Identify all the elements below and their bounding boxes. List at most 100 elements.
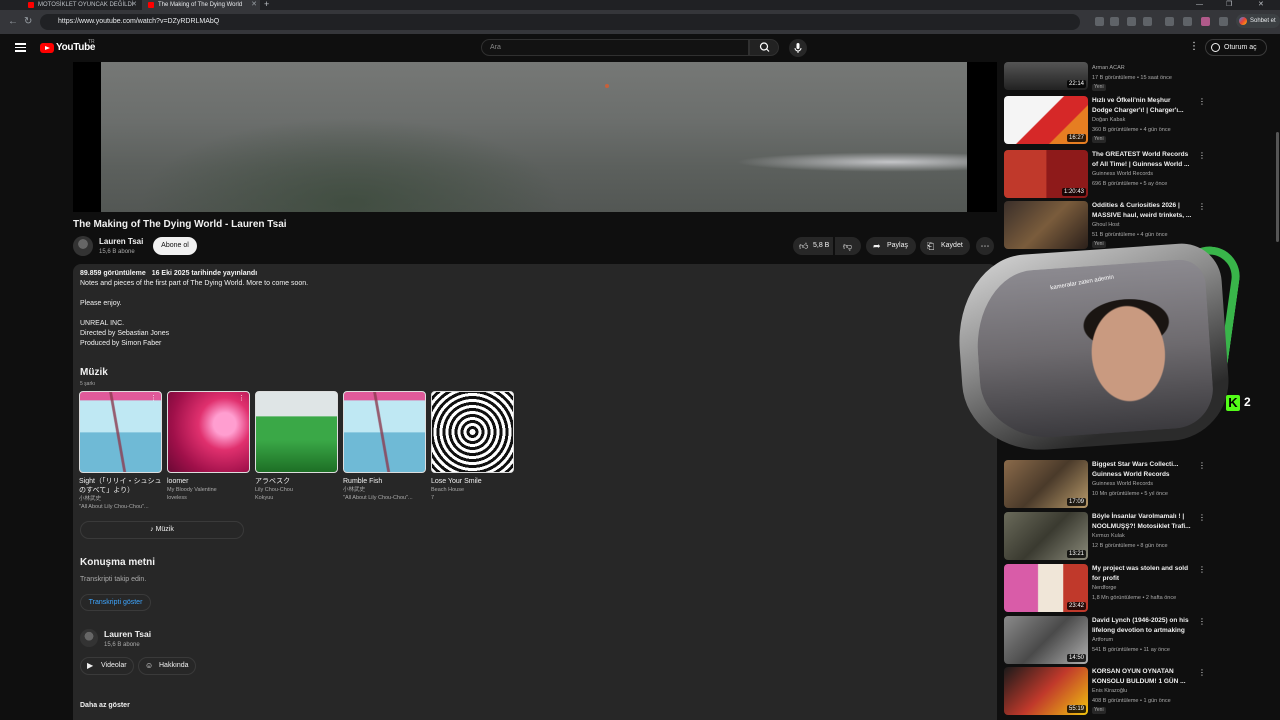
song-card[interactable]: アラベスク Lily Chou-Chou Kokyuu	[255, 391, 338, 502]
browser-tab-dying-world[interactable]: The Making of The Dying World ✕	[142, 0, 260, 10]
reload-icon[interactable]: ↻	[24, 16, 32, 27]
scrollbar-thumb[interactable]	[1276, 132, 1279, 242]
song-title: Sight（「リリイ・シュシュのすべて」より）	[79, 478, 162, 494]
video-duration: 1:20:43	[1061, 188, 1086, 196]
bookmark-star-icon[interactable]	[1143, 17, 1152, 26]
search-input[interactable]: Ara	[481, 39, 749, 56]
recommended-video[interactable]: 17:09 Biggest Star Wars Collecti... Guin…	[1004, 460, 1209, 508]
video-menu-icon[interactable]: ⋮	[1198, 565, 1206, 574]
video-menu-icon[interactable]: ⋮	[1198, 668, 1206, 677]
song-card[interactable]: ⋮ Sight（「リリイ・シュシュのすべて」より） 小林武史 "All Abou…	[79, 391, 162, 511]
url-field[interactable]: https://www.youtube.com/watch?v=DZyRDRLM…	[40, 14, 1080, 30]
recommended-video[interactable]: 1:20:43 The GREATEST World Records of Al…	[1004, 150, 1209, 198]
song-card[interactable]: ⋮ loomer My Bloody Valentine loveless	[167, 391, 250, 502]
channel-name[interactable]: Lauren Tsai	[104, 629, 151, 639]
extension-icon[interactable]	[1110, 17, 1119, 26]
page-scrollbar[interactable]	[1275, 62, 1280, 720]
subscriber-count: 15,6 B abone	[104, 642, 140, 648]
recommended-video[interactable]: 22:14 Arman ACAR 17 B görüntüleme • 15 s…	[1004, 62, 1209, 92]
browser-tab-motorcycle[interactable]: MOTOSİKLET OYUNCAK DEĞİLDİ ✕	[22, 0, 140, 10]
chat-button[interactable]: Sohbet et	[1236, 14, 1280, 28]
dislike-button[interactable]: 👎︎	[835, 237, 861, 255]
hamburger-menu-icon[interactable]	[15, 43, 26, 52]
maximize-icon[interactable]: ❐	[1226, 0, 1232, 10]
like-button[interactable]: 👍︎ 5,8 B	[793, 237, 833, 255]
minimize-icon[interactable]: —	[1196, 0, 1203, 10]
view-stats: 89.859 görüntüleme 16 Eki 2025 tarihinde…	[80, 270, 261, 277]
share-button[interactable]: ➦ Paylaş	[866, 237, 916, 255]
close-tab-icon[interactable]: ✕	[251, 0, 257, 10]
video-menu-icon[interactable]: ⋮	[1198, 617, 1206, 626]
song-title: Lose Your Smile	[431, 478, 482, 485]
search-button[interactable]	[749, 39, 779, 56]
video-title: KORSAN OYUN OYNATAN KONSOLU BULDUM! 1 GÜ…	[1092, 668, 1186, 685]
video-duration: 23:42	[1066, 602, 1086, 610]
video-thumbnail: 14:50	[1004, 616, 1088, 664]
new-badge: Yeni	[1092, 707, 1106, 714]
close-window-icon[interactable]: ✕	[1258, 0, 1264, 10]
video-menu-icon[interactable]: ⋮	[1198, 513, 1206, 522]
back-icon[interactable]: ←	[8, 16, 18, 27]
subscriber-count: 15,6 B abone	[99, 249, 135, 255]
song-menu-icon[interactable]: ⋮	[238, 394, 245, 402]
recommended-video[interactable]: 14:50 David Lynch (1946-2025) on his lif…	[1004, 616, 1209, 664]
album-art	[343, 391, 426, 473]
song-menu-icon[interactable]: ⋮	[150, 394, 157, 402]
video-title: Böyle İnsanlar Varolmamalı ! | NOOLMUŞŞ?…	[1092, 513, 1191, 530]
browser-menu-icon[interactable]	[1219, 17, 1228, 26]
video-duration: 17:09	[1066, 498, 1086, 506]
browser-address-bar: ← ↻ https://www.youtube.com/watch?v=DZyR…	[0, 10, 1280, 34]
extension-icon[interactable]	[1165, 17, 1174, 26]
song-title: Rumble Fish	[343, 478, 383, 485]
video-menu-icon[interactable]: ⋮	[1198, 461, 1206, 470]
subscribe-button[interactable]: Abone ol	[153, 237, 197, 255]
description-line: Please enjoy.	[80, 300, 122, 307]
video-title: Biggest Star Wars Collecti... Guinness W…	[1092, 461, 1179, 478]
song-artist: Beach House	[431, 487, 465, 493]
voice-search-button[interactable]	[789, 39, 807, 57]
song-card[interactable]: Lose Your Smile Beach House 7	[431, 391, 514, 502]
show-transcript-button[interactable]: Transkripti göster	[80, 594, 151, 611]
video-menu-icon[interactable]: ⋮	[1198, 97, 1206, 106]
channel-avatar[interactable]	[80, 629, 98, 647]
recommended-video[interactable]: 55:19 KORSAN OYUN OYNATAN KONSOLU BULDUM…	[1004, 667, 1209, 715]
video-menu-icon[interactable]: ⋮	[1198, 151, 1206, 160]
video-player[interactable]	[73, 62, 997, 212]
recommended-video[interactable]: 16:27 Hızlı ve Öfkeli'nin Meşhur Dodge C…	[1004, 96, 1209, 144]
sign-in-label: Oturum aç	[1224, 44, 1257, 51]
recommended-video[interactable]: 23:42 My project was stolen and sold for…	[1004, 564, 1209, 612]
channel-videos-button[interactable]: ▶ Videolar	[80, 657, 134, 675]
show-less-link[interactable]: Daha az göster	[80, 702, 130, 709]
video-menu-icon[interactable]: ⋮	[1198, 202, 1206, 211]
description-line: Directed by Sebastian Jones	[80, 330, 170, 337]
music-button[interactable]: ♪ Müzik	[80, 521, 244, 539]
album-art: ⋮	[167, 391, 250, 473]
new-badge: Yeni	[1092, 84, 1106, 91]
video-channel: Artforum	[1092, 637, 1114, 643]
profile-icon[interactable]	[1201, 17, 1210, 26]
translate-icon[interactable]	[1127, 17, 1136, 26]
sign-in-button[interactable]: Oturum aç	[1205, 39, 1267, 56]
channel-about-button[interactable]: ☺ Hakkında	[138, 657, 196, 675]
video-thumbnail: 13:21	[1004, 512, 1088, 560]
youtube-favicon-icon	[28, 2, 34, 8]
channel-avatar[interactable]	[73, 236, 93, 256]
video-duration: 16:27	[1066, 134, 1086, 142]
song-artist: Lily Chou-Chou	[255, 487, 293, 493]
kick-logo-icon: K	[1226, 395, 1240, 411]
thumbs-up-icon: 👍︎	[799, 241, 809, 251]
account-icon	[1211, 43, 1220, 52]
youtube-play-icon	[40, 43, 54, 53]
close-tab-icon[interactable]: ✕	[131, 0, 137, 10]
song-card[interactable]: Rumble Fish 小林武史 "All About Lily Chou-Ch…	[343, 391, 426, 502]
extension-icon[interactable]	[1095, 17, 1104, 26]
video-meta: 1,8 Mn görüntüleme • 2 hafta önce	[1092, 595, 1177, 601]
favorites-icon[interactable]	[1183, 17, 1192, 26]
channel-name[interactable]: Lauren Tsai	[99, 237, 143, 246]
settings-kebab-icon[interactable]: ⋮	[1189, 41, 1199, 52]
recommended-video[interactable]: 13:21 Böyle İnsanlar Varolmamalı ! | NOO…	[1004, 512, 1209, 560]
new-tab-icon[interactable]: +	[264, 0, 269, 9]
album-art: ⋮	[79, 391, 162, 473]
video-channel: Doğan Kabak	[1092, 117, 1126, 123]
song-album: Kokyuu	[255, 495, 274, 501]
